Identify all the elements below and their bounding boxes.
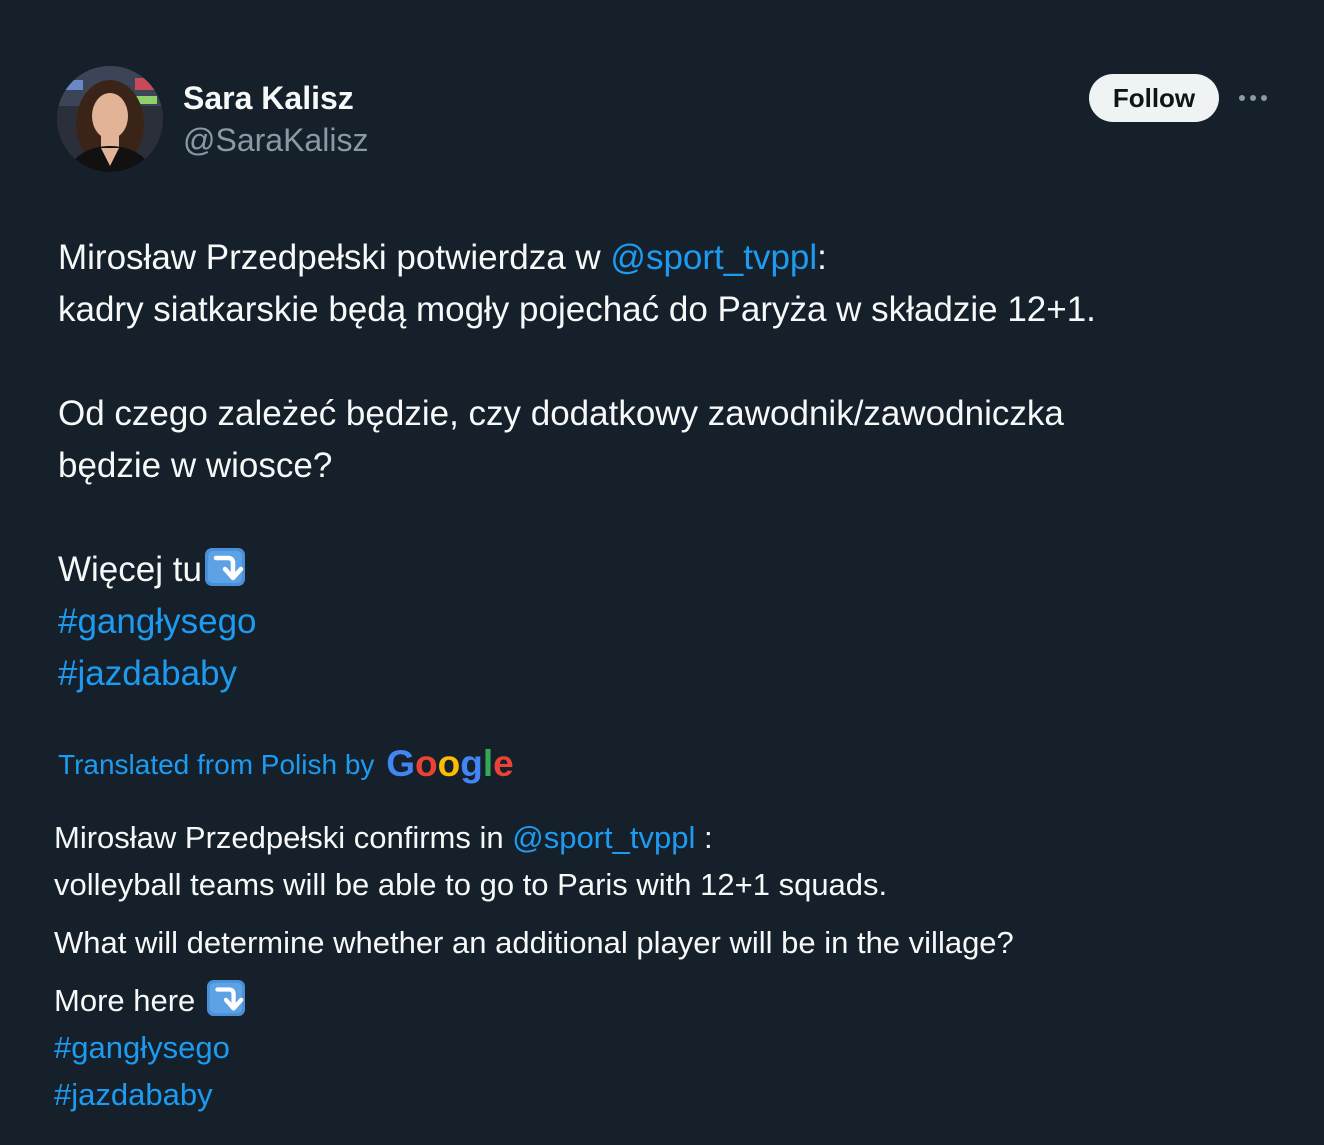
google-logo-letter: e: [493, 743, 514, 784]
translation-text-fragment: Mirosław Przedpełski confirms in: [54, 820, 513, 855]
hashtag-link[interactable]: #jazdababy: [58, 648, 1258, 700]
translation-line: Mirosław Przedpełski confirms in @sport_…: [54, 814, 1274, 861]
tweet-line: Mirosław Przedpełski potwierdza w @sport…: [58, 232, 1258, 284]
mention-link[interactable]: @sport_tvppl: [610, 238, 817, 277]
google-logo-letter: G: [386, 743, 415, 784]
google-logo-letter: o: [437, 743, 461, 784]
hashtag-link[interactable]: #gangłysego: [54, 1024, 1274, 1071]
translation-line: What will determine whether an additiona…: [54, 925, 1014, 960]
translation-label: Translated from Polish by: [58, 749, 383, 780]
hashtag-link[interactable]: #jazdababy: [54, 1071, 1274, 1118]
tweet-text-fragment: Więcej tu: [58, 550, 202, 589]
google-logo-icon: Google: [386, 741, 513, 787]
google-logo-letter: l: [482, 743, 494, 784]
author-handle[interactable]: @SaraKalisz: [183, 120, 368, 160]
translation-banner[interactable]: Translated from Polish by Google: [58, 741, 514, 787]
more-horizontal-icon[interactable]: [1236, 84, 1272, 112]
translation-line: More here: [54, 977, 1274, 1024]
avatar[interactable]: [57, 66, 163, 172]
google-logo-letter: o: [414, 743, 438, 784]
hashtag-link[interactable]: #gangłysego: [58, 596, 1258, 648]
tweet-text: Mirosław Przedpełski potwierdza w @sport…: [58, 232, 1258, 700]
follow-button[interactable]: Follow: [1089, 74, 1219, 122]
tweet-line: kadry siatkarskie będą mogły pojechać do…: [58, 290, 1096, 329]
translation-text-fragment: :: [695, 820, 713, 855]
translated-text: Mirosław Przedpełski confirms in @sport_…: [54, 814, 1274, 1118]
tweet-text-fragment: Mirosław Przedpełski potwierdza w: [58, 238, 611, 277]
tweet-line: Od czego zależeć będzie, czy dodatkowy z…: [58, 394, 1064, 433]
google-logo-letter: g: [460, 743, 483, 784]
translation-line: volleyball teams will be able to go to P…: [54, 867, 888, 902]
tweet-line: będzie w wiosce?: [58, 446, 333, 485]
tweet-line: Więcej tu: [58, 544, 1258, 596]
tweet-text-fragment: :: [817, 238, 827, 277]
translation-text-fragment: More here: [54, 983, 204, 1018]
author-display-name[interactable]: Sara Kalisz: [183, 78, 354, 118]
arrow-down-emoji-icon: [206, 979, 246, 1030]
mention-link[interactable]: @sport_tvppl: [512, 820, 695, 855]
arrow-down-emoji-icon: [204, 547, 246, 602]
